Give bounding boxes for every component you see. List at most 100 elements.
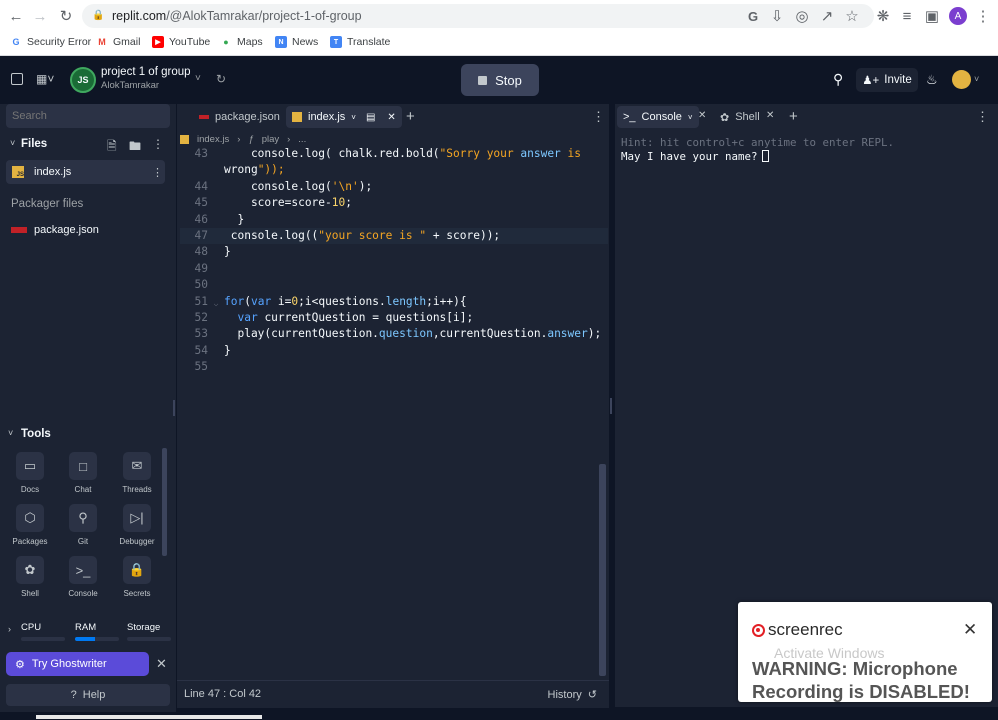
code-line[interactable]: 46 }	[180, 212, 608, 228]
try-ghostwriter-button[interactable]: ⚙ Try Ghostwriter	[6, 652, 149, 676]
files-menu-icon[interactable]: ⋮	[152, 137, 164, 151]
invite-button[interactable]: ♟+ Invite	[856, 68, 918, 92]
share-icon[interactable]: ↗	[818, 7, 836, 25]
tab-package-json[interactable]: package.json	[193, 106, 286, 128]
bookmark-gmail[interactable]: M Gmail	[96, 34, 140, 50]
chevron-down-icon[interactable]: ˅	[688, 113, 693, 122]
user-avatar[interactable]	[952, 70, 971, 89]
code-line[interactable]: 49	[180, 261, 608, 277]
close-tab-icon[interactable]: ✕	[698, 110, 706, 121]
code-line[interactable]: 48}	[180, 244, 608, 260]
breadcrumb-file[interactable]: index.js	[197, 134, 229, 145]
tab-shell[interactable]: ✿ Shell	[714, 106, 766, 128]
tool-docs[interactable]: ▭ Docs	[5, 452, 55, 502]
browser-menu-icon[interactable]: ⋮	[974, 7, 992, 25]
chevron-down-icon[interactable]: ˅	[195, 73, 201, 84]
code-line[interactable]: 47 console.log(("your score is " + score…	[180, 227, 608, 245]
close-tab-icon[interactable]: ✕	[766, 110, 774, 121]
sidebar-resize-handle[interactable]	[173, 400, 175, 416]
forward-icon[interactable]: →	[31, 7, 49, 25]
file-menu-icon[interactable]: ⋮	[152, 166, 163, 179]
url-text[interactable]: replit.com/@AlokTamrakar/project-1-of-gr…	[112, 9, 362, 23]
bookmark-security-error[interactable]: G Security Error	[10, 34, 91, 50]
tool-secrets[interactable]: 🔒 Secrets	[112, 556, 162, 606]
code-line[interactable]: 55	[180, 359, 608, 375]
history-sync-icon[interactable]: ↻	[216, 72, 226, 86]
bookmark-news[interactable]: N News	[275, 34, 318, 50]
chevron-down-icon[interactable]: ˅	[10, 138, 15, 148]
back-icon[interactable]: ←	[7, 7, 25, 25]
side-panel-icon[interactable]: ▣	[923, 7, 941, 25]
editor-scrollbar[interactable]	[599, 464, 606, 676]
close-icon[interactable]: ✕	[963, 620, 977, 640]
bookmark-maps[interactable]: ● Maps	[220, 34, 262, 50]
code-line[interactable]: wrong"));	[180, 162, 608, 178]
history-button[interactable]: History ↺	[548, 688, 597, 702]
stop-button[interactable]: Stop	[461, 64, 539, 96]
bell-icon[interactable]: ♨	[926, 72, 938, 88]
code-line[interactable]: 52 var currentQuestion = questions[i];	[180, 310, 608, 326]
tool-debugger[interactable]: ▷| Debugger	[112, 504, 162, 554]
bookmark-translate[interactable]: T Translate	[330, 34, 390, 50]
breadcrumb-more[interactable]: ...	[298, 134, 306, 145]
reload-icon[interactable]: ↻	[57, 7, 75, 25]
tool-chat[interactable]: □ Chat	[58, 452, 108, 502]
chevron-down-icon[interactable]: ˅	[974, 74, 979, 84]
tool-console[interactable]: >_ Console	[58, 556, 108, 606]
tool-git[interactable]: ⚲ Git	[58, 504, 108, 554]
reading-list-icon[interactable]: ≡	[898, 7, 916, 25]
tools-heading[interactable]: Tools	[21, 428, 51, 440]
eye-off-icon[interactable]: ◎	[793, 7, 811, 25]
tool-packages[interactable]: ⬡ Packages	[5, 504, 55, 554]
tab-index-js[interactable]: index.js ˅ ▤ ✕	[286, 106, 402, 128]
cursor-position[interactable]: Line 47 : Col 42	[184, 688, 261, 700]
console-output[interactable]: Hint: hit control+c anytime to enter REP…	[621, 136, 894, 163]
search-input[interactable]	[6, 104, 170, 128]
new-file-icon[interactable]: 🗎	[107, 137, 117, 158]
gutter[interactable]: ⌵	[208, 294, 224, 310]
tool-threads[interactable]: ✉ Threads	[112, 452, 162, 502]
editor-menu-icon[interactable]: ⋮	[592, 109, 605, 125]
google-lens-icon[interactable]: G	[744, 7, 762, 25]
code-line[interactable]: 44 console.log('\n');	[180, 179, 608, 195]
close-tab-icon[interactable]: ✕	[387, 112, 395, 123]
tab-label: package.json	[215, 111, 280, 123]
add-tab-icon[interactable]: +	[789, 108, 798, 125]
chevron-down-icon[interactable]: ˅	[351, 113, 356, 122]
lock-icon[interactable]: 🔒	[92, 10, 104, 21]
replit-menu-icon[interactable]: ▦˅	[36, 72, 54, 86]
packager-file-name[interactable]: package.json	[34, 224, 99, 236]
close-icon[interactable]: ✕	[156, 656, 167, 672]
chevron-right-icon[interactable]: ›	[8, 624, 11, 634]
code-line[interactable]: 53 play(currentQuestion.question,current…	[180, 326, 608, 342]
file-item-index-js[interactable]	[6, 160, 165, 184]
console-menu-icon[interactable]: ⋮	[976, 109, 989, 125]
tools-scrollbar[interactable]	[162, 448, 167, 556]
split-view-icon[interactable]: ▤	[366, 112, 375, 123]
code-line[interactable]: 43 console.log( chalk.red.bold("Sorry yo…	[180, 146, 608, 162]
help-button[interactable]: ? Help	[6, 684, 170, 706]
bookmark-youtube[interactable]: ▶ YouTube	[152, 34, 210, 50]
files-heading[interactable]: Files	[21, 138, 47, 150]
chevron-down-icon[interactable]: ˅	[8, 428, 13, 438]
search-icon[interactable]: ⚲	[833, 71, 843, 88]
code-editor[interactable]: 43 console.log( chalk.red.bold("Sorry yo…	[180, 146, 608, 386]
extensions-icon[interactable]: ❋	[874, 7, 892, 25]
star-icon[interactable]: ☆	[843, 7, 861, 25]
project-title[interactable]: project 1 of group	[101, 66, 191, 78]
pane-resize-handle[interactable]	[610, 398, 612, 414]
add-tab-icon[interactable]: +	[406, 108, 415, 125]
code-line[interactable]: 54}	[180, 343, 608, 359]
code-line[interactable]: 51 ⌵ for(var i=0;i<questions.length;i++){	[180, 294, 608, 310]
code-line[interactable]: 50	[180, 277, 608, 293]
tool-shell[interactable]: ✿ Shell	[5, 556, 55, 606]
tab-console[interactable]: >_ Console ˅	[617, 106, 699, 128]
sidebar-toggle-icon[interactable]	[11, 73, 23, 85]
new-folder-icon[interactable]: 🖿	[129, 137, 141, 158]
project-owner[interactable]: AlokTamrakar	[101, 80, 159, 91]
profile-avatar[interactable]: A	[949, 7, 967, 25]
code-line[interactable]: 45 score=score-10;	[180, 195, 608, 211]
install-icon[interactable]: ⇩	[768, 7, 786, 25]
nodejs-repl-icon[interactable]: JS	[70, 67, 96, 93]
breadcrumb-function[interactable]: play	[262, 134, 279, 145]
